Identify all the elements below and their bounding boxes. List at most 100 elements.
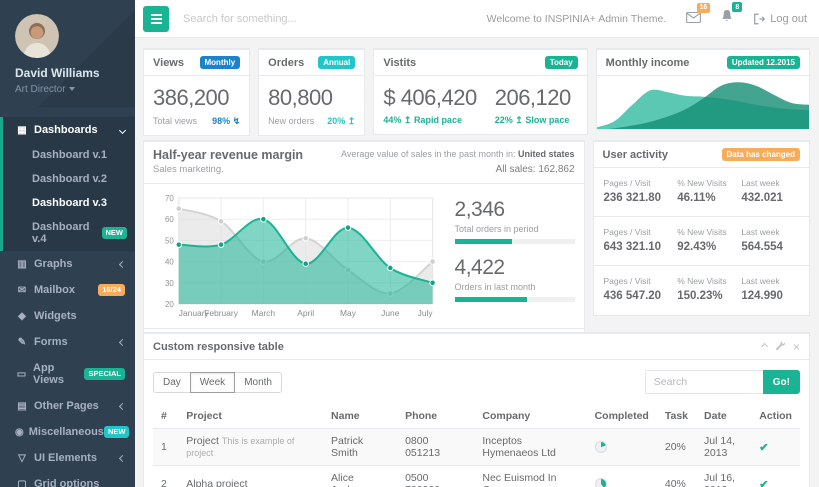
sidebar-item-forms[interactable]: ✎Forms (3, 329, 135, 355)
activity-label: Pages / Visit (604, 276, 678, 286)
settings-icon[interactable] (775, 340, 785, 353)
activity-row: Pages / Visit236 321.80% New Visits46.11… (594, 168, 809, 217)
sidebar-item-other-pages[interactable]: ▤Other Pages (3, 393, 135, 419)
notifications-button[interactable]: 8 (721, 9, 733, 28)
laptop-icon: ▢ (15, 479, 29, 487)
profile-name: David Williams (15, 66, 125, 80)
views-badge: Monthly (200, 56, 241, 69)
activity-label: Last week (741, 227, 799, 237)
sidebar-item-ui-elements[interactable]: ▽UI Elements (3, 445, 135, 471)
messages-button[interactable]: 16 (686, 10, 701, 28)
nav-badge: SPECIAL (84, 368, 125, 380)
activity-value: 432.021 (741, 192, 799, 204)
filter-day-button[interactable]: Day (153, 372, 191, 393)
column-header-task: Task (657, 404, 696, 429)
sidebar-item-dashboards[interactable]: ▦Dashboards (3, 117, 135, 143)
views-panel: ViewsMonthly 386,200 Total views98% ↯ (143, 48, 250, 130)
chevron-left-icon (119, 454, 126, 461)
svg-text:February: February (204, 307, 238, 317)
svg-text:70: 70 (165, 193, 174, 202)
sidebar-item-dashboard-v-3[interactable]: Dashboard v.3 (3, 191, 135, 215)
welcome-text: Welcome to INSPINIA+ Admin Theme. (487, 13, 667, 25)
sidebar-item-mailbox[interactable]: ✉Mailbox16/24 (3, 277, 135, 303)
svg-text:May: May (340, 307, 357, 317)
period-filter-group: Day Week Month (153, 372, 282, 393)
chevron-down-icon (119, 126, 126, 133)
files-icon: ▤ (15, 401, 29, 412)
menu-toggle-button[interactable] (143, 6, 169, 32)
orders-title: Orders (268, 57, 304, 69)
level-up-icon: ↥ (404, 115, 412, 125)
panel-tools: × (762, 340, 800, 353)
search-input[interactable] (183, 13, 383, 25)
action-check-icon[interactable]: ✔ (759, 479, 768, 487)
envelope-icon (686, 12, 701, 23)
activity-value: 92.43% (677, 241, 741, 253)
grid-icon: ▦ (15, 125, 29, 136)
go-button[interactable]: Go! (763, 370, 800, 394)
activity-label: % New Visits (677, 227, 741, 237)
orders-badge: Annual (318, 56, 355, 69)
column-header-completed: Completed (587, 404, 657, 429)
activity-value: 46.11% (677, 192, 741, 204)
svg-text:60: 60 (165, 215, 174, 224)
table-search: Go! (645, 370, 800, 394)
filter-month-button[interactable]: Month (234, 372, 282, 393)
table-search-input[interactable] (645, 370, 763, 394)
nav-badge: 16/24 (98, 284, 125, 296)
orders-period-value: 2,346 (455, 198, 575, 222)
nav-badge: NEW (102, 227, 128, 239)
user-activity-panel: User activity Data has changed Pages / Vi… (593, 140, 810, 316)
visits-badge: Today (545, 56, 578, 69)
sidebar-item-graphs[interactable]: ▥Graphs (3, 251, 135, 277)
logout-button[interactable]: Log out (753, 13, 807, 25)
sidebar-item-miscellaneous[interactable]: ◉MiscellaneousNEW (3, 419, 135, 445)
collapse-icon[interactable] (761, 343, 768, 350)
close-icon[interactable]: × (793, 341, 800, 353)
desktop-icon: ▭ (15, 369, 28, 380)
sidebar-nav: ▦DashboardsDashboard v.1Dashboard v.2Das… (0, 117, 135, 487)
page-content: ViewsMonthly 386,200 Total views98% ↯ Or… (135, 38, 819, 487)
caret-down-icon (69, 87, 75, 91)
activity-label: Pages / Visit (604, 227, 678, 237)
column-header-name: Name (323, 404, 397, 429)
revenue-summary: Average value of sales in the past month… (341, 148, 574, 177)
sidebar-item-dashboard-v-4[interactable]: Dashboard v.4NEW (3, 215, 135, 251)
column-header-num: # (153, 404, 178, 429)
income-badge: Updated 12.2015 (727, 56, 800, 69)
svg-text:20: 20 (165, 299, 174, 308)
project-name: Project (186, 435, 219, 447)
revenue-stats: 2,346 Total orders in period 4,422 Order… (443, 192, 575, 322)
completed-pie-icon (595, 478, 607, 487)
revenue-chart: 203040506070JanuaryFebruaryMarchAprilMay… (153, 192, 443, 322)
sidebar-item-grid-options[interactable]: ▢Grid options (3, 471, 135, 487)
orders-label: New orders (268, 116, 314, 126)
sign-out-icon (753, 13, 765, 25)
envelope-icon: ✉ (15, 285, 29, 296)
activity-label: Last week (741, 178, 799, 188)
bolt-icon: ↯ (233, 116, 241, 126)
svg-text:40: 40 (165, 257, 174, 266)
sidebar-item-dashboard-v-1[interactable]: Dashboard v.1 (3, 143, 135, 167)
all-sales: All sales: 162,862 (341, 162, 574, 177)
user-activity-title: User activity (603, 149, 668, 161)
orders-panel: OrdersAnnual 80,800 New orders20% ↥ (258, 48, 365, 130)
action-check-icon[interactable]: ✔ (759, 442, 768, 454)
table-row: 2Alpha projectAlice Jackson0500 780909Ne… (153, 466, 800, 487)
avatar[interactable] (15, 14, 59, 58)
profile-role-menu[interactable]: Art Director (15, 84, 125, 95)
svg-text:June: June (381, 307, 400, 317)
activity-value: 643 321.10 (604, 241, 678, 253)
visits-primary-value: $ 406,420 (383, 85, 476, 111)
sidebar-item-dashboard-v-2[interactable]: Dashboard v.2 (3, 167, 135, 191)
diamond-icon: ◆ (15, 311, 29, 322)
sidebar-item-widgets[interactable]: ◆Widgets (3, 303, 135, 329)
user-activity-badge: Data has changed (722, 148, 800, 161)
column-header-phone: Phone (397, 404, 474, 429)
chevron-left-icon (119, 338, 126, 345)
messages-count-badge: 16 (697, 3, 711, 13)
filter-week-button[interactable]: Week (190, 372, 235, 393)
sidebar-item-app-views[interactable]: ▭App ViewsSPECIAL (3, 355, 135, 393)
monthly-income-chart (597, 76, 809, 130)
activity-label: Last week (741, 276, 799, 286)
